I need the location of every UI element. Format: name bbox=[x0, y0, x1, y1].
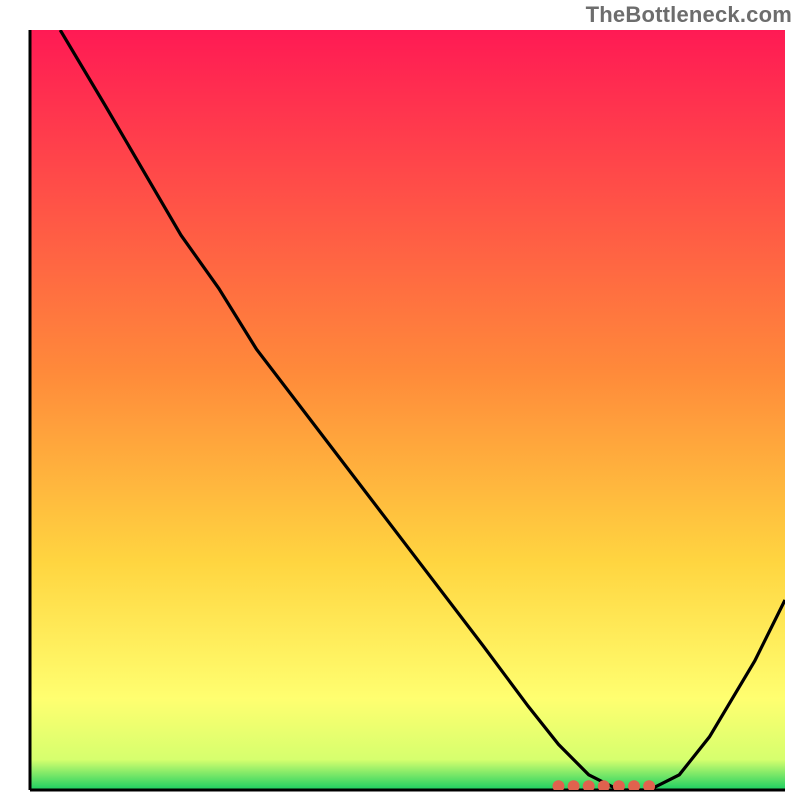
bottleneck-chart bbox=[0, 0, 800, 800]
plot-background bbox=[30, 30, 785, 790]
chart-container: TheBottleneck.com bbox=[0, 0, 800, 800]
watermark-text: TheBottleneck.com bbox=[586, 2, 792, 28]
